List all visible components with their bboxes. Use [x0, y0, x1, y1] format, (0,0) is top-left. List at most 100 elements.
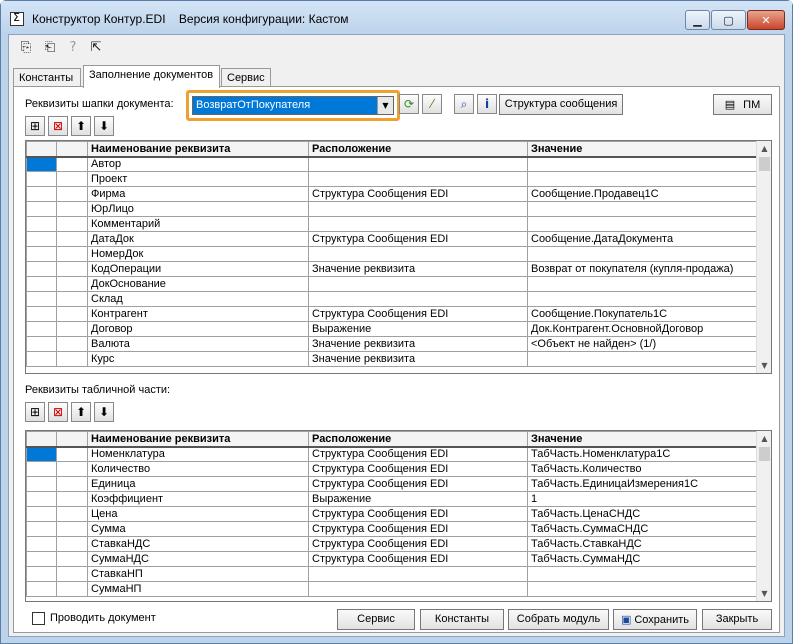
row-marker-2[interactable] — [56, 216, 88, 232]
row-marker-2[interactable] — [56, 566, 88, 582]
cell-name[interactable]: Валюта — [87, 336, 309, 352]
post-document-checkbox[interactable] — [32, 612, 45, 625]
move-down-button[interactable]: ⬇ — [94, 116, 114, 136]
table-row[interactable]: Курс Значение реквизита — [26, 351, 759, 367]
cell-value[interactable]: ТабЧасть.ЦенаСНДС — [527, 506, 759, 522]
cell-value[interactable] — [527, 156, 759, 172]
table-row[interactable]: ЮрЛицо — [26, 201, 759, 217]
cell-value[interactable] — [527, 276, 759, 292]
row-marker-2[interactable] — [56, 171, 88, 187]
message-structure-button[interactable]: Структура сообщения — [499, 94, 623, 115]
cell-value[interactable]: ТабЧасть.ЕдиницаИзмерения1С — [527, 476, 759, 492]
row-marker-2[interactable] — [56, 246, 88, 262]
cell-value[interactable] — [527, 291, 759, 307]
cell-value[interactable]: Сообщение.ДатаДокумента — [527, 231, 759, 247]
cell-location[interactable]: Структура Сообщения EDI — [308, 446, 528, 462]
row-marker-2[interactable] — [56, 321, 88, 337]
row-marker[interactable] — [26, 306, 57, 322]
cell-location[interactable]: Выражение — [308, 491, 528, 507]
cell-name[interactable]: Договор — [87, 321, 309, 337]
table-grid[interactable]: Наименование реквизита Расположение Знач… — [25, 430, 772, 602]
post-document-label[interactable]: Проводить документ — [50, 612, 156, 624]
row-marker[interactable] — [26, 321, 57, 337]
cell-value[interactable]: ТабЧасть.Количество — [527, 461, 759, 477]
cell-location[interactable]: Структура Сообщения EDI — [308, 506, 528, 522]
row-marker[interactable] — [26, 291, 57, 307]
table-row[interactable]: Коэффициент Выражение 1 — [26, 491, 759, 507]
table-row[interactable]: Валюта Значение реквизита <Объект не найде… — [26, 336, 759, 352]
row-marker[interactable] — [26, 156, 57, 172]
cell-name[interactable]: Коэффициент — [87, 491, 309, 507]
table-row[interactable]: СуммаНДС Структура Сообщения EDI ТабЧасть.… — [26, 551, 759, 567]
col-value[interactable]: Значение — [527, 141, 759, 158]
cell-location[interactable]: Структура Сообщения EDI — [308, 231, 528, 247]
cell-name[interactable]: ДатаДок — [87, 231, 309, 247]
table-row[interactable]: СтавкаНП — [26, 566, 759, 582]
cell-name[interactable]: ЮрЛицо — [87, 201, 309, 217]
row-marker[interactable] — [26, 276, 57, 292]
cell-location[interactable]: Значение реквизита — [308, 336, 528, 352]
delete-row-button-2[interactable]: ⊠ — [48, 402, 68, 422]
row-marker-2[interactable] — [56, 231, 88, 247]
row-marker-2[interactable] — [56, 581, 88, 597]
table-row[interactable]: Автор — [26, 156, 759, 172]
move-down-button-2[interactable]: ⬇ — [94, 402, 114, 422]
cell-location[interactable]: Значение реквизита — [308, 351, 528, 367]
add-row-button-2[interactable]: ⊞ — [25, 402, 45, 422]
row-marker-2[interactable] — [56, 261, 88, 277]
scroll-down-icon[interactable]: ▼ — [757, 586, 771, 601]
cell-location[interactable]: Структура Сообщения EDI — [308, 461, 528, 477]
row-marker[interactable] — [26, 186, 57, 202]
cell-location[interactable]: Структура Сообщения EDI — [308, 476, 528, 492]
close-button[interactable]: ✕ — [747, 10, 785, 30]
cell-location[interactable] — [308, 216, 528, 232]
row-marker[interactable] — [26, 551, 57, 567]
cell-value[interactable]: ТабЧасть.СуммаНДС — [527, 551, 759, 567]
cell-name[interactable]: НомерДок — [87, 246, 309, 262]
cell-name[interactable]: Номенклатура — [87, 446, 309, 462]
cell-name[interactable]: Проект — [87, 171, 309, 187]
table-row[interactable]: Договор Выражение Док.Контрагент.ОсновнойД… — [26, 321, 759, 337]
minimize-button[interactable]: ▁ — [685, 10, 710, 30]
help-icon[interactable]: ? — [64, 39, 82, 57]
cell-value[interactable]: Сообщение.Покупатель1С — [527, 306, 759, 322]
row-marker[interactable] — [26, 521, 57, 537]
row-marker-2[interactable] — [56, 476, 88, 492]
cell-value[interactable] — [527, 216, 759, 232]
chevron-down-icon[interactable]: ▼ — [377, 97, 393, 114]
cell-value[interactable] — [527, 566, 759, 582]
cell-value[interactable] — [527, 201, 759, 217]
constants-button[interactable]: Константы — [420, 609, 504, 630]
delete-row-button[interactable]: ⊠ — [48, 116, 68, 136]
cell-value[interactable]: 1 — [527, 491, 759, 507]
row-marker[interactable] — [26, 171, 57, 187]
col-name[interactable]: Наименование реквизита — [87, 141, 309, 158]
cell-location[interactable] — [308, 276, 528, 292]
row-marker-2[interactable] — [56, 521, 88, 537]
cell-name[interactable]: СтавкаНП — [87, 566, 309, 582]
row-marker-2[interactable] — [56, 276, 88, 292]
row-marker-2[interactable] — [56, 506, 88, 522]
document-type-select[interactable]: ВозвратОтПокупателя ▼ — [192, 96, 394, 115]
table-row[interactable]: ДокОснование — [26, 276, 759, 292]
build-module-button[interactable]: Собрать модуль — [508, 609, 609, 630]
save-button[interactable]: ▣ Сохранить — [613, 609, 697, 630]
row-marker-2[interactable] — [56, 156, 88, 172]
wand-button[interactable]: ⁄ — [422, 94, 442, 114]
tab-fill-documents[interactable]: Заполнение документов — [83, 65, 220, 88]
row-marker[interactable] — [26, 231, 57, 247]
table-row[interactable]: Количество Структура Сообщения EDI ТабЧаст… — [26, 461, 759, 477]
table-row[interactable]: НомерДок — [26, 246, 759, 262]
cell-location[interactable]: Структура Сообщения EDI — [308, 186, 528, 202]
cell-value[interactable]: Возврат от покупателя (купля-продажа) — [527, 261, 759, 277]
cell-location[interactable] — [308, 581, 528, 597]
row-marker-2[interactable] — [56, 186, 88, 202]
cell-value[interactable]: Сообщение.Продавец1С — [527, 186, 759, 202]
cell-location[interactable]: Структура Сообщения EDI — [308, 551, 528, 567]
col-name[interactable]: Наименование реквизита — [87, 431, 309, 448]
row-marker-2[interactable] — [56, 491, 88, 507]
table-row[interactable]: Единица Структура Сообщения EDI ТабЧасть.Е… — [26, 476, 759, 492]
table-row[interactable]: Номенклатура Структура Сообщения EDI ТабЧа… — [26, 446, 759, 462]
cell-name[interactable]: СуммаНДС — [87, 551, 309, 567]
table-row[interactable]: Проект — [26, 171, 759, 187]
